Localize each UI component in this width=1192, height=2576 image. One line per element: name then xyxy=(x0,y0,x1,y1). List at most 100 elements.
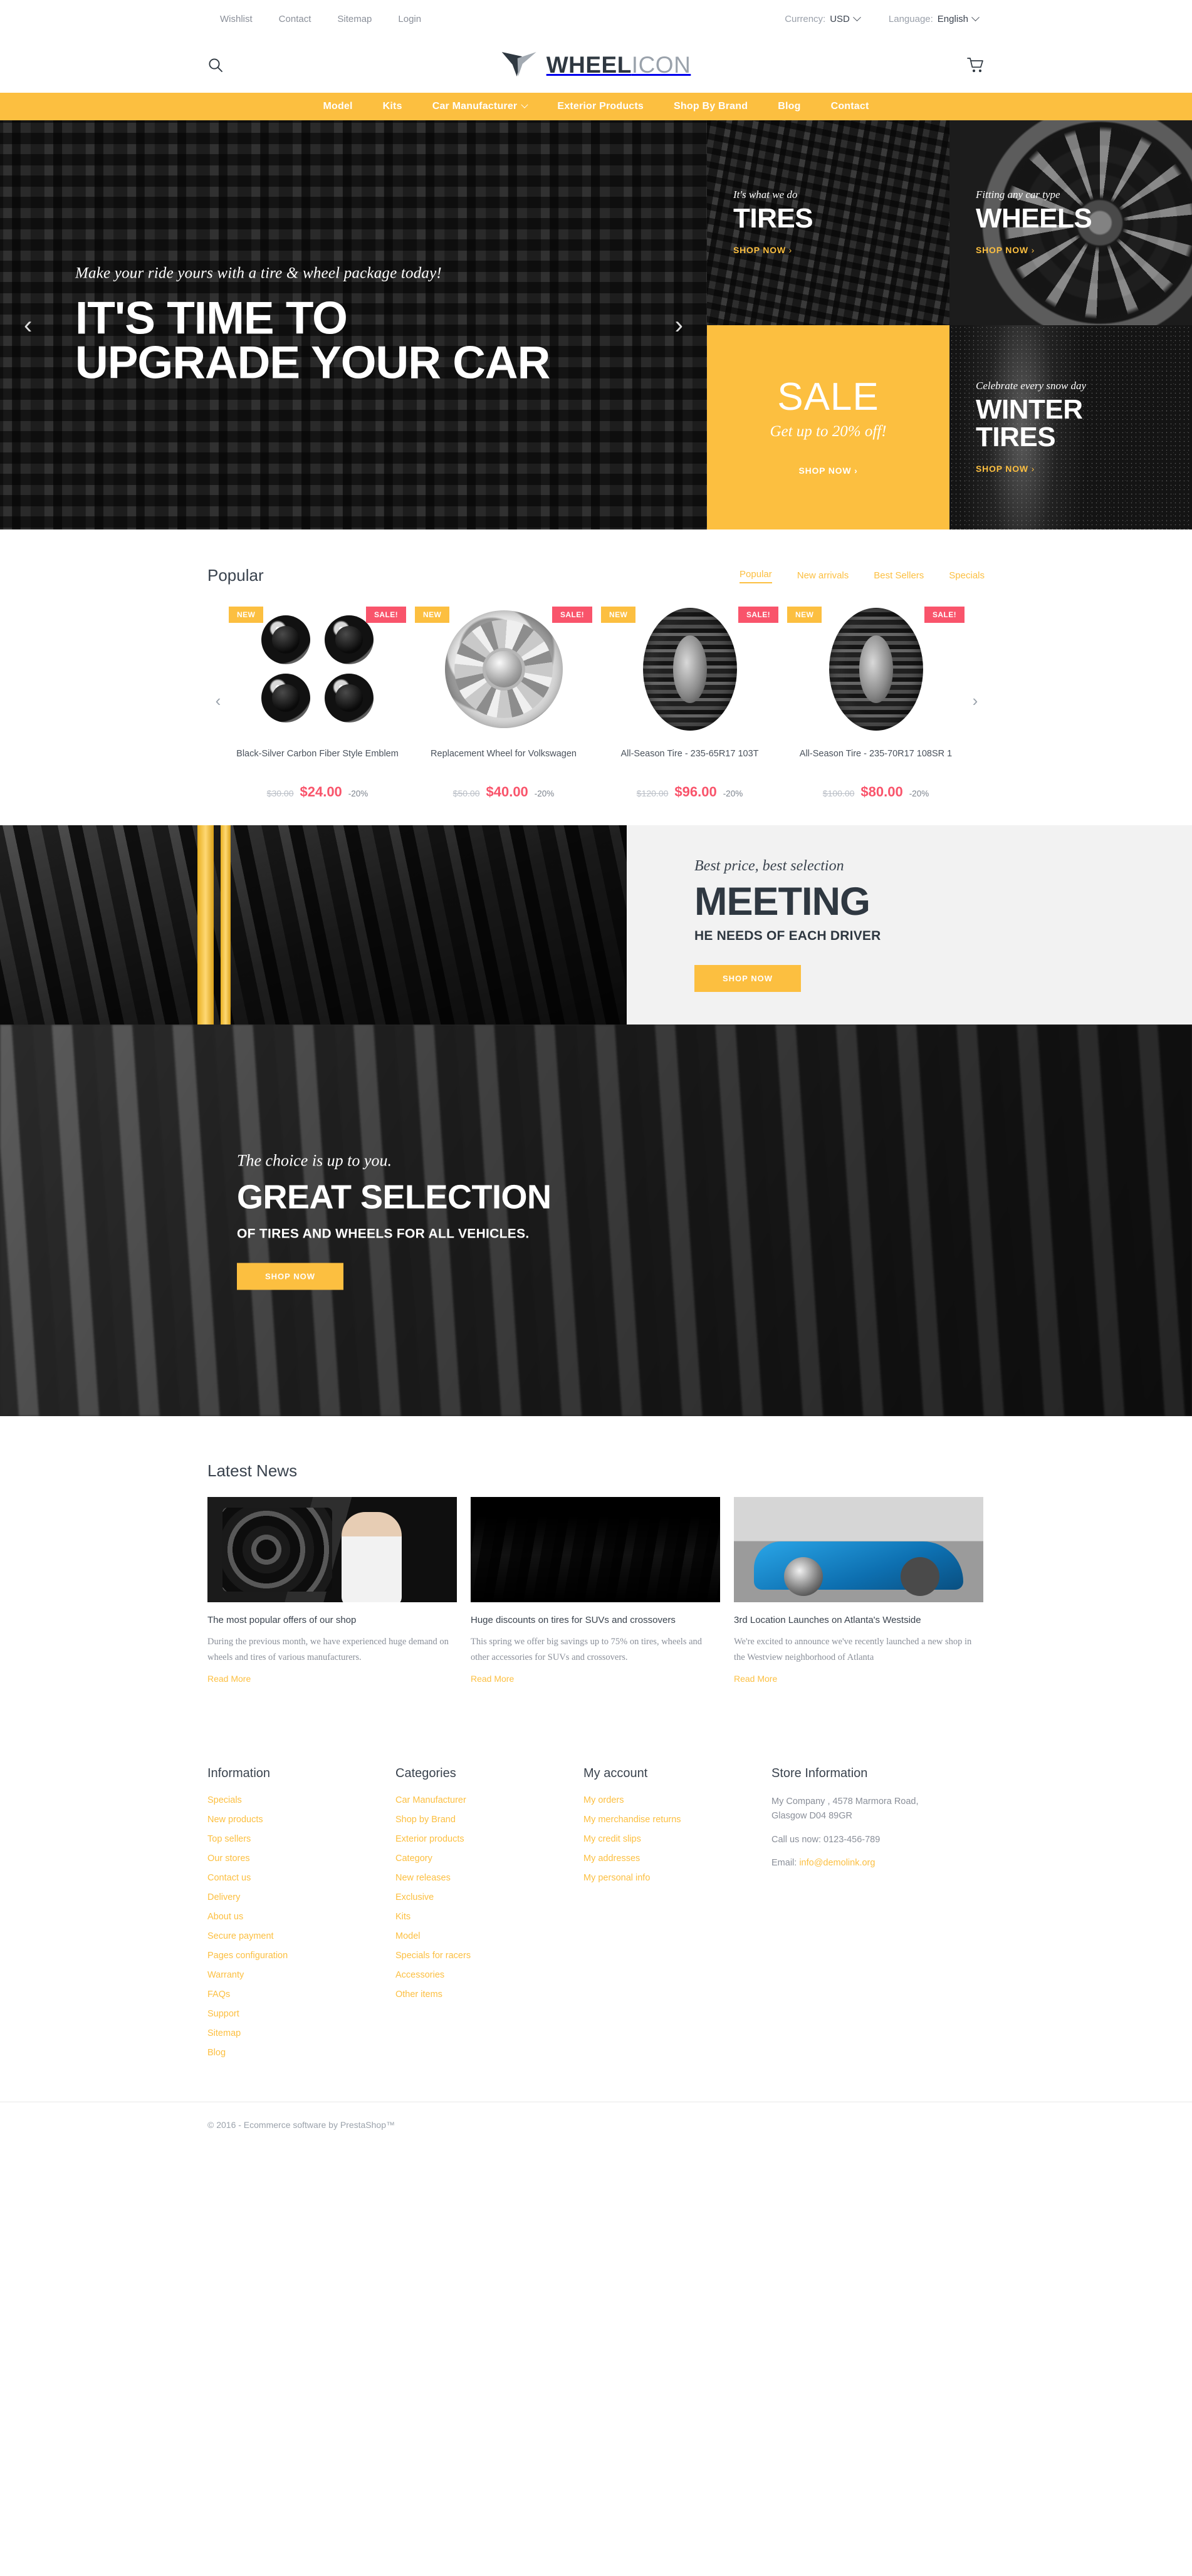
search-button[interactable] xyxy=(207,57,224,73)
footer-link-about-us[interactable]: About us xyxy=(207,1912,243,1922)
footer-link-support[interactable]: Support xyxy=(207,2009,239,2019)
store-address: My Company , 4578 Marmora Road, Glasgow … xyxy=(771,1795,985,1823)
product-old-price: $50.00 xyxy=(452,788,480,798)
footer-heading: Information xyxy=(207,1766,271,1781)
footer-link-top-sellers[interactable]: Top sellers xyxy=(207,1834,251,1844)
product-old-price: $30.00 xyxy=(266,788,294,798)
footer-link-pages-configuration[interactable]: Pages configuration xyxy=(207,1951,288,1961)
footer-link-other-items[interactable]: Other items xyxy=(395,1989,442,2000)
product-card[interactable]: NEW SALE! Black-Silver Carbon Fiber Styl… xyxy=(229,602,406,800)
footer-link-accessories[interactable]: Accessories xyxy=(395,1970,444,1980)
news-read-more-link[interactable]: Read More xyxy=(207,1674,251,1684)
product-card[interactable]: NEW SALE! Replacement Wheel for Volkswag… xyxy=(415,602,592,800)
promo-tile-shop-now-link[interactable]: SHOP NOW › xyxy=(976,245,1035,255)
top-link-login[interactable]: Login xyxy=(398,14,421,24)
footer-link-secure-payment[interactable]: Secure payment xyxy=(207,1931,274,1941)
news-title: The most popular offers of our shop xyxy=(207,1615,357,1625)
main-navigation: Model Kits Car Manufacturer Exterior Pro… xyxy=(0,93,1192,120)
copyright-text: © 2016 - Ecommerce software by PrestaSho… xyxy=(207,2120,395,2130)
news-read-more-link[interactable]: Read More xyxy=(734,1674,777,1684)
product-card[interactable]: NEW SALE! All-Season Tire - 235-65R17 10… xyxy=(601,602,778,800)
footer-link-kits[interactable]: Kits xyxy=(395,1912,410,1922)
footer-link-specials[interactable]: Specials xyxy=(207,1795,242,1805)
language-selector[interactable]: Language: English xyxy=(889,13,980,24)
currency-label: Currency: xyxy=(785,13,826,24)
nav-item-shop-by-brand[interactable]: Shop By Brand xyxy=(674,101,748,112)
promo-tile-shop-now-link[interactable]: SHOP NOW › xyxy=(733,245,792,255)
footer-link-my-credit-slips[interactable]: My credit slips xyxy=(583,1834,641,1844)
footer-link-model[interactable]: Model xyxy=(395,1931,421,1941)
footer-link-category[interactable]: Category xyxy=(395,1854,432,1864)
footer-link-our-stores[interactable]: Our stores xyxy=(207,1854,250,1864)
tab-new-arrivals[interactable]: New arrivals xyxy=(797,570,849,583)
product-discount: -20% xyxy=(723,789,743,798)
footer-link-my-personal-info[interactable]: My personal info xyxy=(583,1873,650,1883)
news-card[interactable]: The most popular offers of our shop Duri… xyxy=(207,1497,457,1685)
footer-link-exclusive[interactable]: Exclusive xyxy=(395,1892,434,1902)
footer-link-contact-us[interactable]: Contact us xyxy=(207,1873,251,1883)
footer-link-warranty[interactable]: Warranty xyxy=(207,1970,244,1980)
tab-best-sellers[interactable]: Best Sellers xyxy=(874,570,924,583)
tab-popular[interactable]: Popular xyxy=(740,569,772,583)
promo-tile-tires[interactable]: It's what we do TIRES SHOP NOW › xyxy=(707,120,949,325)
footer-link-new-products[interactable]: New products xyxy=(207,1815,263,1825)
footer-link-faqs[interactable]: FAQs xyxy=(207,1989,230,2000)
site-logo[interactable]: WHEELICON xyxy=(501,51,691,80)
great-selection-banner: The choice is up to you. GREAT SELECTION… xyxy=(0,1025,1192,1416)
product-old-price: $100.00 xyxy=(822,788,855,798)
carousel-prev-arrow[interactable]: ‹ xyxy=(24,313,32,338)
meeting-shop-now-button[interactable]: SHOP NOW xyxy=(694,965,801,993)
footer-link-exterior-products[interactable]: Exterior products xyxy=(395,1834,464,1844)
nav-item-contact[interactable]: Contact xyxy=(831,101,869,112)
carousel-next-arrow[interactable]: › xyxy=(675,313,683,338)
news-title: 3rd Location Launches on Atlanta's Wests… xyxy=(734,1615,921,1625)
footer-link-my-merchandise-returns[interactable]: My merchandise returns xyxy=(583,1815,681,1825)
currency-selector[interactable]: Currency: USD xyxy=(785,13,861,24)
top-link-sitemap[interactable]: Sitemap xyxy=(337,14,372,24)
nav-item-model[interactable]: Model xyxy=(323,101,352,112)
sale-title: SALE xyxy=(777,375,879,419)
footer-link-car-manufacturer[interactable]: Car Manufacturer xyxy=(395,1795,466,1805)
news-image xyxy=(734,1497,983,1602)
sale-shop-now-link[interactable]: SHOP NOW › xyxy=(798,466,857,476)
product-price: $96.00 xyxy=(674,784,717,800)
promo-tile-shop-now-link[interactable]: SHOP NOW › xyxy=(976,464,1035,474)
footer-link-specials-for-racers[interactable]: Specials for racers xyxy=(395,1951,471,1961)
footer-link-shop-by-brand[interactable]: Shop by Brand xyxy=(395,1815,456,1825)
hero-carousel: Make your ride yours with a tire & wheel… xyxy=(0,120,707,529)
nav-item-kits[interactable]: Kits xyxy=(383,101,402,112)
cart-button[interactable] xyxy=(967,57,985,73)
news-card[interactable]: Huge discounts on tires for SUVs and cro… xyxy=(471,1497,720,1685)
store-phone: Call us now: 0123-456-789 xyxy=(771,1834,881,1845)
footer-link-delivery[interactable]: Delivery xyxy=(207,1892,240,1902)
tab-specials[interactable]: Specials xyxy=(949,570,985,583)
promo-tile-winter-tires[interactable]: Celebrate every snow day WINTER TIRES SH… xyxy=(949,325,1192,529)
product-image: NEW SALE! xyxy=(601,602,778,736)
footer-link-new-releases[interactable]: New releases xyxy=(395,1873,451,1883)
footer-link-my-addresses[interactable]: My addresses xyxy=(583,1854,640,1864)
top-link-contact[interactable]: Contact xyxy=(279,14,311,24)
news-card[interactable]: 3rd Location Launches on Atlanta's Wests… xyxy=(734,1497,983,1685)
store-email-link[interactable]: info@demolink.org xyxy=(799,1858,875,1868)
promo-tile-wheels[interactable]: Fitting any car type WHEELS SHOP NOW › xyxy=(949,120,1192,325)
top-link-wishlist[interactable]: Wishlist xyxy=(220,14,253,24)
promo-tile-title: WHEELS xyxy=(976,203,1092,234)
footer-heading: Categories xyxy=(395,1766,456,1781)
nav-label: Exterior Products xyxy=(557,101,644,112)
meeting-title: MEETING xyxy=(694,879,870,924)
nav-item-car-manufacturer[interactable]: Car Manufacturer xyxy=(432,101,529,112)
footer-link-my-orders[interactable]: My orders xyxy=(583,1795,624,1805)
nav-item-exterior-products[interactable]: Exterior Products xyxy=(557,101,644,112)
footer-link-sitemap[interactable]: Sitemap xyxy=(207,2028,241,2038)
product-card[interactable]: NEW SALE! All-Season Tire - 235-70R17 10… xyxy=(787,602,965,800)
nav-item-blog[interactable]: Blog xyxy=(778,101,800,112)
product-next-arrow[interactable]: › xyxy=(965,691,986,711)
promo-tile-sale[interactable]: SALE Get up to 20% off! SHOP NOW › xyxy=(707,325,949,529)
product-carousel: ‹ NEW SALE! Black-Silver Carbon Fiber St… xyxy=(207,602,985,800)
great-line: OF TIRES AND WHEELS FOR ALL VEHICLES. xyxy=(237,1226,530,1241)
footer-link-blog[interactable]: Blog xyxy=(207,2048,226,2058)
product-prev-arrow[interactable]: ‹ xyxy=(207,691,229,711)
great-shop-now-button[interactable]: SHOP NOW xyxy=(237,1263,343,1290)
news-read-more-link[interactable]: Read More xyxy=(471,1674,514,1684)
language-value: English xyxy=(937,13,968,24)
